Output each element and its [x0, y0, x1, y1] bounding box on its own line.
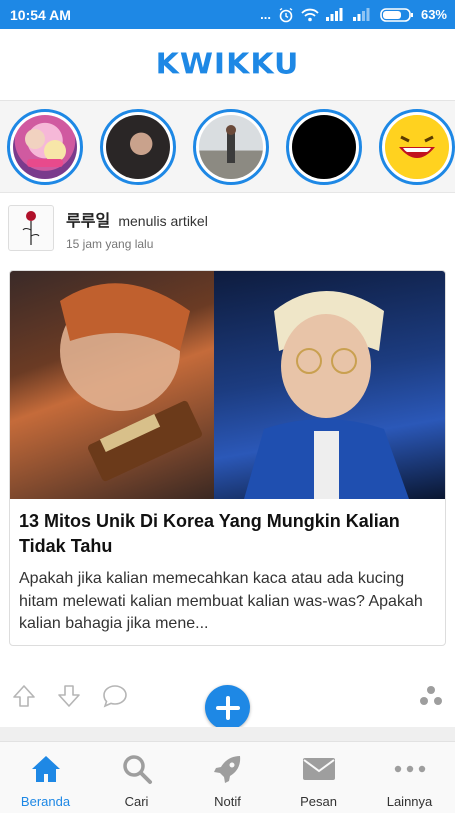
story-image [385, 114, 449, 179]
post-time: 15 jam yang lalu [66, 237, 154, 251]
signal-icon-2 [352, 8, 373, 21]
story-avatar-1[interactable] [7, 108, 83, 185]
post-header: 루루일 menulis artikel 15 jam yang lalu [8, 205, 448, 253]
article-card[interactable]: 13 Mitos Unik Di Korea Yang Mungkin Kali… [9, 270, 446, 646]
search-icon [120, 752, 154, 786]
stories-row [0, 101, 455, 193]
create-post-button[interactable] [205, 685, 250, 730]
story-image [106, 114, 170, 179]
more-dots-icon [393, 752, 427, 786]
nav-more-label: Lainnya [386, 794, 433, 809]
battery-icon [380, 7, 414, 22]
alarm-icon [278, 7, 294, 23]
section-divider [0, 727, 455, 741]
story-avatar-3[interactable] [193, 108, 269, 185]
image-right-panel [214, 271, 445, 499]
article-title[interactable]: 13 Mitos Unik Di Korea Yang Mungkin Kali… [19, 509, 439, 559]
nav-search[interactable]: Cari [91, 742, 182, 813]
bottom-nav: Beranda Cari Notif Pesan Lainnya [0, 741, 455, 813]
author-block: 루루일 menulis artikel 15 jam yang lalu [66, 205, 208, 251]
author-name[interactable]: 루루일 [66, 211, 110, 230]
article-image [10, 271, 445, 499]
story-avatar-5[interactable] [379, 108, 455, 185]
status-time: 10:54 AM [10, 6, 71, 23]
comment-icon[interactable] [101, 682, 129, 710]
nav-messages-label: Pesan [300, 794, 337, 809]
rocket-icon [211, 752, 245, 786]
wifi-icon [301, 8, 319, 22]
more-options-icon[interactable] [417, 682, 445, 710]
status-bar: 10:54 AM ... 63% [0, 0, 455, 29]
story-image [292, 114, 356, 179]
downvote-icon[interactable] [55, 682, 83, 710]
story-avatar-4[interactable] [286, 108, 362, 185]
upvote-icon[interactable] [10, 682, 38, 710]
story-image [199, 114, 263, 179]
more-notifications-icon: ... [260, 7, 271, 22]
nav-messages[interactable]: Pesan [273, 742, 364, 813]
nav-home[interactable]: Beranda [0, 742, 91, 813]
battery-percent: 63% [420, 7, 447, 22]
story-avatar-2[interactable] [100, 108, 176, 185]
author-line: 루루일 menulis artikel [66, 207, 208, 231]
nav-more[interactable]: Lainnya [364, 742, 455, 813]
status-icons: ... 63% [260, 7, 447, 23]
mail-icon [302, 752, 336, 786]
nav-notif[interactable]: Notif [182, 742, 273, 813]
app-header: KWIKKU [0, 29, 455, 101]
post-action: menulis artikel [118, 213, 208, 229]
story-image [13, 114, 77, 179]
nav-home-label: Beranda [20, 794, 71, 809]
author-avatar[interactable] [8, 205, 54, 251]
article-excerpt: Apakah jika kalian memecahkan kaca atau … [19, 570, 423, 632]
plus-icon [215, 695, 240, 720]
image-left-panel [10, 271, 214, 499]
app-logo[interactable]: KWIKKU [156, 48, 300, 81]
signal-icon [325, 8, 346, 21]
nav-search-label: Cari [124, 794, 149, 809]
nav-notif-label: Notif [214, 794, 241, 809]
home-icon [29, 752, 63, 786]
